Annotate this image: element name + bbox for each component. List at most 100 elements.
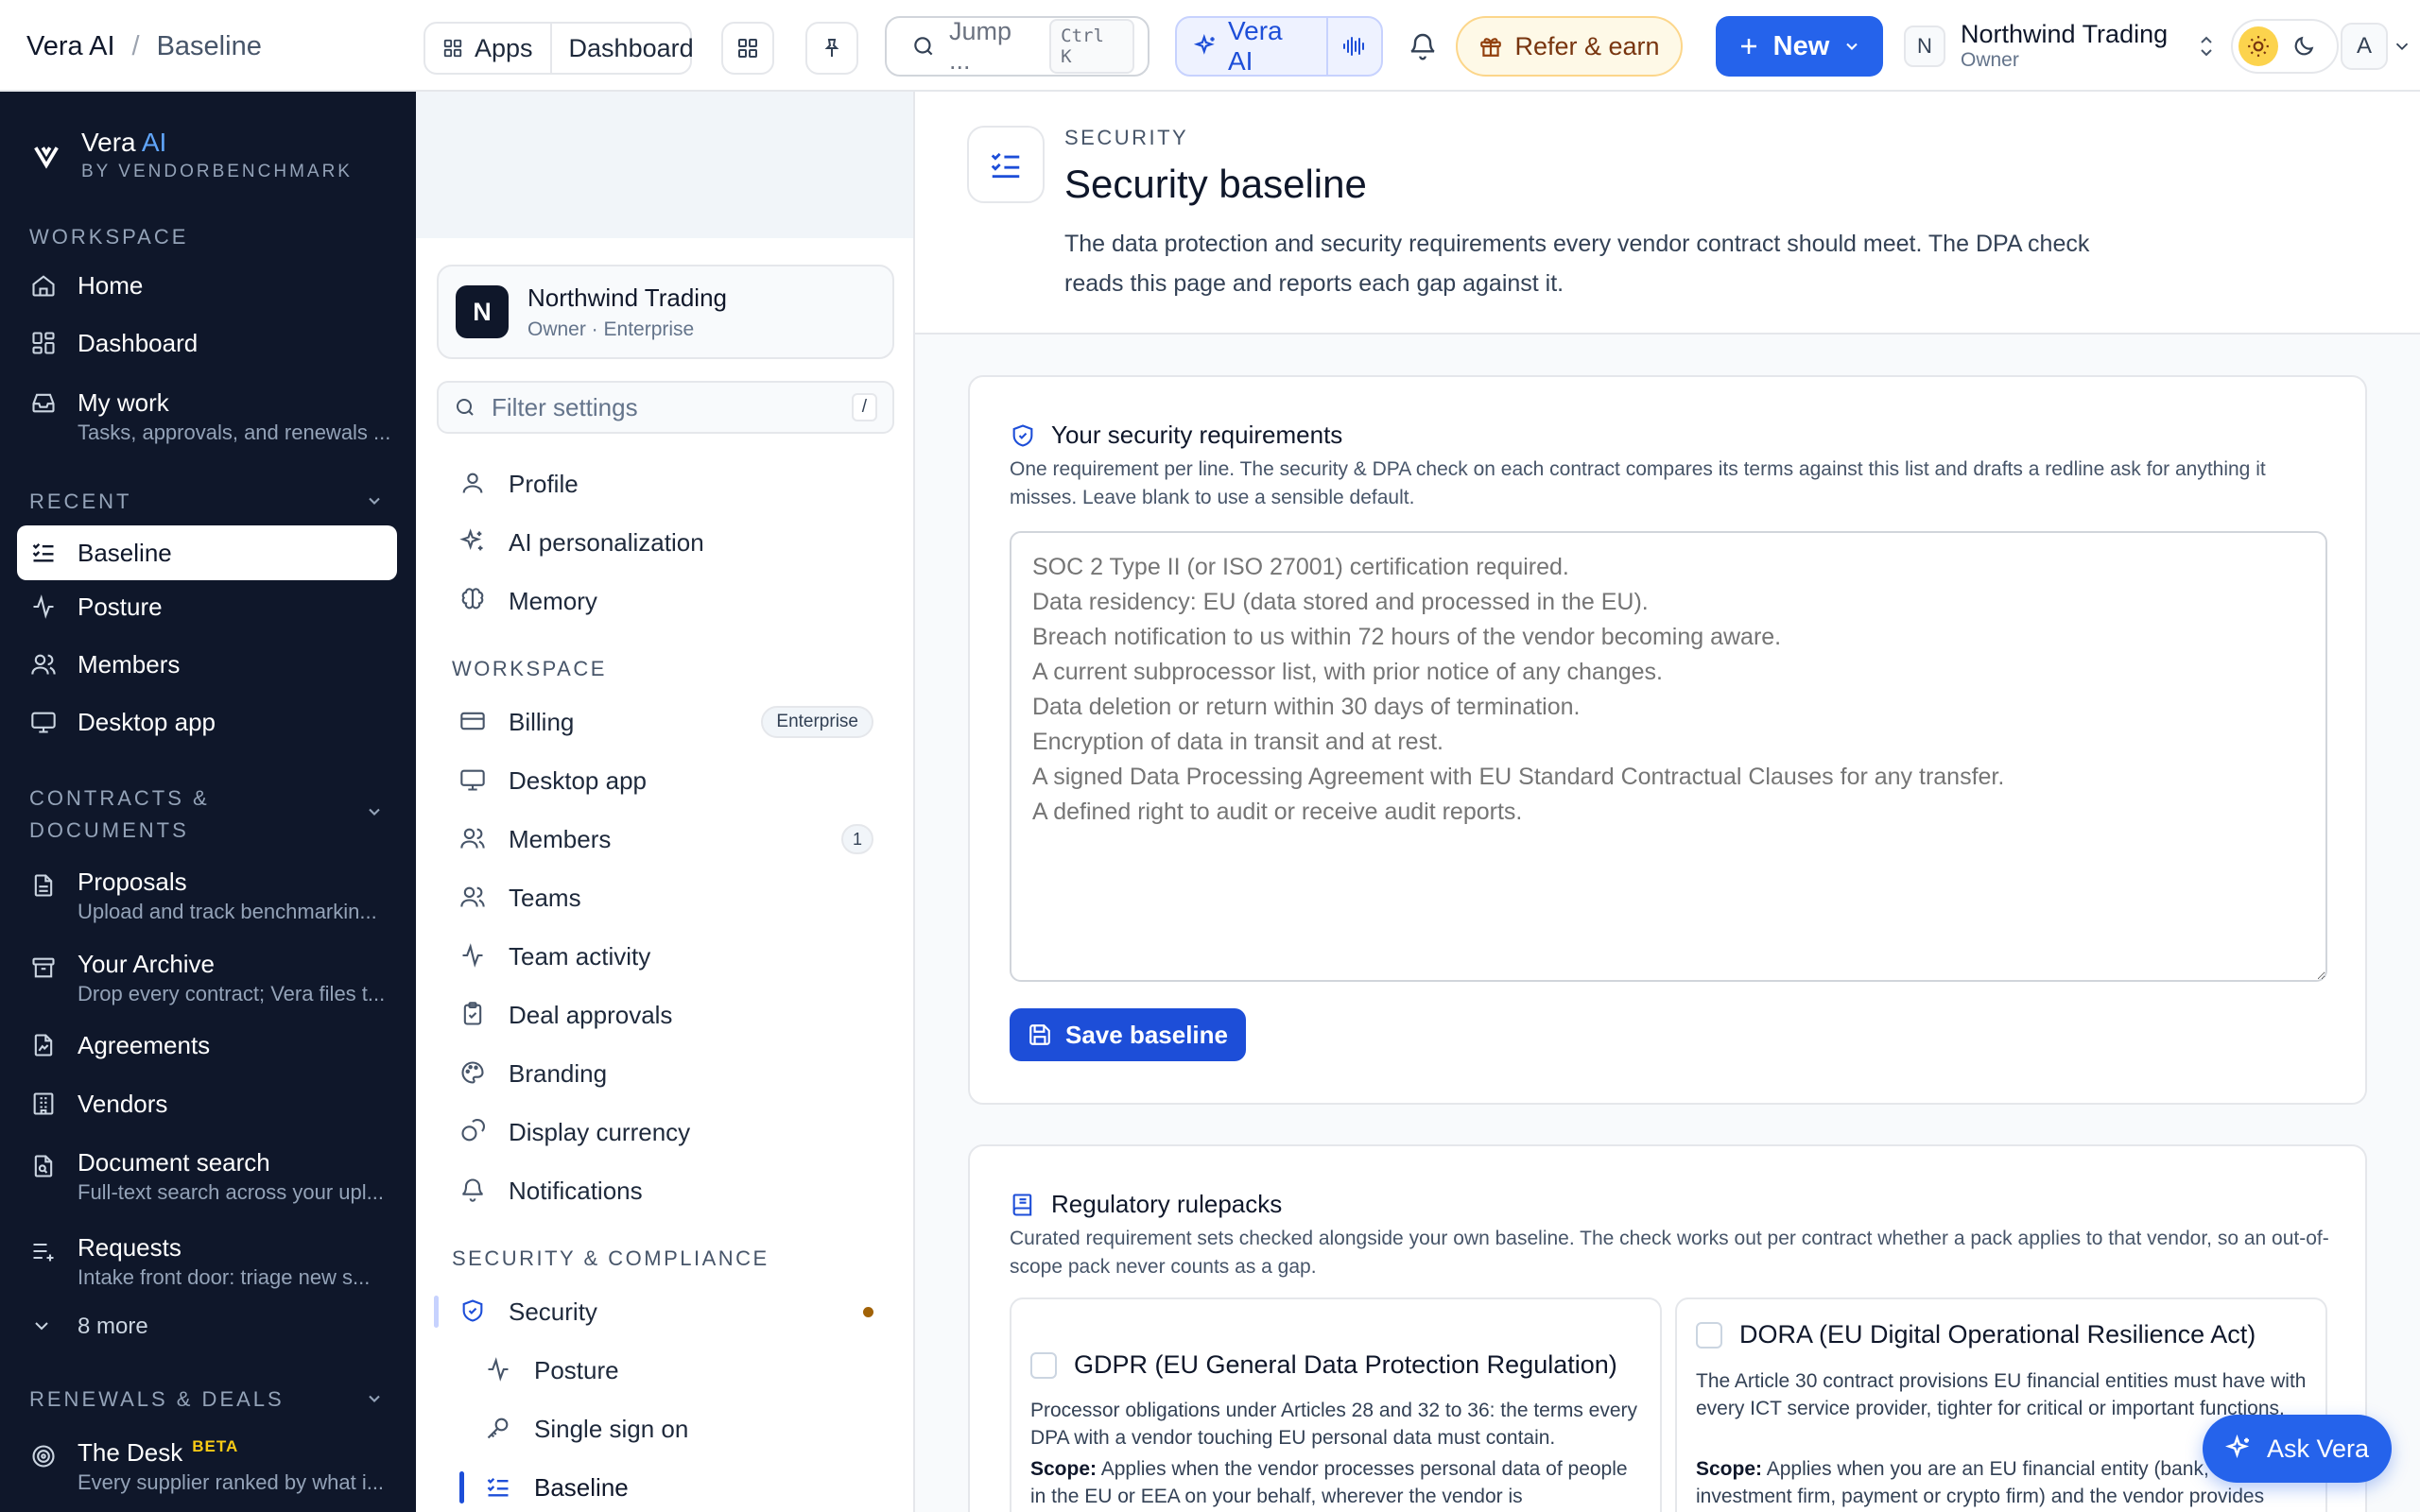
settings-members[interactable]: Members 1	[459, 816, 894, 863]
nav-members[interactable]: Members	[17, 647, 397, 681]
notifications-button[interactable]	[1399, 23, 1446, 70]
rulepack-gdpr[interactable]: GDPR (EU General Data Protection Regulat…	[1010, 1297, 1662, 1512]
breadcrumb-app[interactable]: Vera AI	[26, 31, 115, 62]
sun-icon[interactable]	[2238, 26, 2278, 66]
settings-display-currency[interactable]: Display currency	[459, 1108, 894, 1156]
jump-placeholder: Jump ...	[949, 17, 1012, 75]
settings-memory[interactable]: Memory	[459, 577, 894, 625]
settings-header-shade	[416, 92, 913, 238]
vera-ai-label: Vera AI	[1228, 16, 1283, 76]
filter-placeholder: Filter settings	[492, 392, 638, 421]
nav-my-work[interactable]: My work Tasks, approvals, and renewals .…	[17, 386, 397, 446]
org-switcher[interactable]: N Northwind Trading Owner	[1904, 17, 2216, 76]
dashboard-icon	[30, 330, 59, 358]
voice-button[interactable]	[1326, 18, 1381, 75]
settings-section-security: SECURITY & COMPLIANCE	[452, 1246, 769, 1270]
new-button[interactable]: New	[1716, 16, 1883, 77]
gift-icon	[1478, 34, 1503, 59]
requirements-textarea[interactable]	[1010, 531, 2327, 982]
user-avatar: A	[2341, 23, 2388, 70]
rulepack-dora-header: DORA (EU Digital Operational Resilience …	[1696, 1320, 2256, 1349]
nav-desktop-app[interactable]: Desktop app	[17, 705, 397, 739]
coins-icon	[459, 1118, 488, 1146]
org-avatar: N	[456, 285, 509, 338]
rulepack-dora-checkbox[interactable]	[1696, 1321, 1722, 1349]
chevron-down-icon	[2392, 36, 2412, 57]
settings-posture-label: Posture	[534, 1355, 619, 1384]
settings-deal-approvals-label: Deal approvals	[509, 1000, 673, 1029]
pin-button[interactable]	[805, 22, 858, 75]
theme-toggle[interactable]	[2231, 19, 2339, 74]
filter-settings-input[interactable]: Filter settings /	[437, 381, 894, 434]
nav-archive-sub: Drop every contract; Vera files t...	[78, 982, 386, 1006]
settings-team-activity[interactable]: Team activity	[459, 933, 894, 980]
nav-vendors[interactable]: Vendors	[17, 1087, 397, 1121]
settings-billing[interactable]: Billing Enterprise	[459, 698, 894, 746]
settings-baseline[interactable]: Baseline	[459, 1464, 894, 1511]
chevron-down-icon[interactable]	[365, 1389, 384, 1408]
palette-icon	[459, 1059, 488, 1088]
nav-posture[interactable]: Posture	[17, 590, 397, 624]
save-baseline-button[interactable]: Save baseline	[1010, 1008, 1246, 1061]
nav-more[interactable]: 8 more	[17, 1311, 397, 1343]
nav-home[interactable]: Home	[17, 268, 397, 302]
settings-ai-personalization[interactable]: AI personalization	[459, 519, 894, 566]
brand[interactable]: Vera AI BY VENDORBENCHMARK	[32, 129, 353, 182]
refer-earn-button[interactable]: Refer & earn	[1456, 16, 1683, 77]
nav-proposals[interactable]: Proposals Upload and track benchmarkin..…	[17, 865, 397, 925]
section-workspace: WORKSPACE	[29, 225, 189, 249]
nav-requests[interactable]: Requests Intake front door: triage new s…	[17, 1230, 397, 1291]
settings-security[interactable]: Security	[434, 1288, 894, 1335]
settings-sso[interactable]: Single sign on	[485, 1405, 894, 1452]
jump-shortcut: Ctrl K	[1049, 19, 1134, 74]
settings-navigation: N Northwind Trading Owner · Enterprise F…	[416, 92, 915, 1512]
nav-document-search-sub: Full-text search across your upl...	[78, 1180, 385, 1205]
nav-document-search[interactable]: Document search Full-text search across …	[17, 1145, 397, 1206]
filter-shortcut: /	[851, 393, 877, 421]
vera-logo-icon	[32, 142, 60, 170]
requirements-title-text: Your security requirements	[1051, 421, 1343, 449]
moon-icon[interactable]	[2284, 26, 2324, 66]
nav-baseline-label: Baseline	[78, 538, 172, 567]
file-signature-icon	[30, 1032, 59, 1060]
nav-agreements[interactable]: Agreements	[17, 1028, 397, 1062]
settings-desktop-app[interactable]: Desktop app	[459, 757, 894, 804]
nav-the-desk[interactable]: The Desk BETA Every supplier ranked by wh…	[17, 1435, 397, 1496]
rulepack-gdpr-checkbox[interactable]	[1030, 1351, 1057, 1379]
nav-archive-label: Your Archive	[78, 950, 216, 978]
settings-branding[interactable]: Branding	[459, 1050, 894, 1097]
user-menu[interactable]: A	[2341, 19, 2420, 74]
ask-vera-button[interactable]: Ask Vera	[2203, 1415, 2392, 1483]
settings-posture[interactable]: Posture	[485, 1347, 894, 1394]
jump-search[interactable]: Jump ... Ctrl K	[885, 16, 1150, 77]
nav-dashboard[interactable]: Dashboard	[17, 326, 397, 360]
inbox-icon	[30, 389, 59, 418]
save-baseline-label: Save baseline	[1065, 1020, 1228, 1049]
bell-icon	[459, 1177, 488, 1205]
chevron-down-icon[interactable]	[365, 491, 384, 510]
rulepack-dora-name: DORA (EU Digital Operational Resilience …	[1739, 1320, 2256, 1349]
bell-icon	[1408, 31, 1438, 61]
settings-org-card[interactable]: N Northwind Trading Owner · Enterprise	[437, 265, 894, 359]
chevron-down-icon[interactable]	[365, 802, 384, 821]
nav-archive[interactable]: Your Archive Drop every contract; Vera f…	[17, 947, 397, 1007]
layout-button[interactable]	[721, 22, 774, 75]
nav-my-work-label: My work	[78, 388, 169, 417]
settings-deal-approvals[interactable]: Deal approvals	[459, 991, 894, 1039]
apps-dashboard-group: Apps Dashboard	[424, 22, 694, 75]
settings-profile[interactable]: Profile	[459, 460, 894, 507]
rulepack-dora-description: The Article 30 contract provisions EU fi…	[1696, 1370, 2307, 1419]
apps-button[interactable]: Apps	[425, 24, 550, 73]
settings-notifications[interactable]: Notifications	[459, 1167, 894, 1214]
vera-ai-button[interactable]: Vera AI	[1177, 16, 1326, 76]
vera-ai-group: Vera AI	[1175, 16, 1383, 77]
dashboard-button[interactable]: Dashboard	[549, 24, 711, 73]
user-icon	[459, 470, 488, 498]
nav-baseline[interactable]: Baseline	[17, 525, 397, 580]
page-overline: SECURITY	[1064, 126, 1189, 149]
settings-teams[interactable]: Teams	[459, 874, 894, 921]
checklist-icon	[485, 1473, 513, 1502]
nav-agreements-label: Agreements	[78, 1031, 211, 1059]
section-renewals: RENEWALS & DEALS	[29, 1387, 285, 1411]
top-bar: Vera AI / Baseline Apps Dashboard Jump .…	[0, 0, 2420, 92]
